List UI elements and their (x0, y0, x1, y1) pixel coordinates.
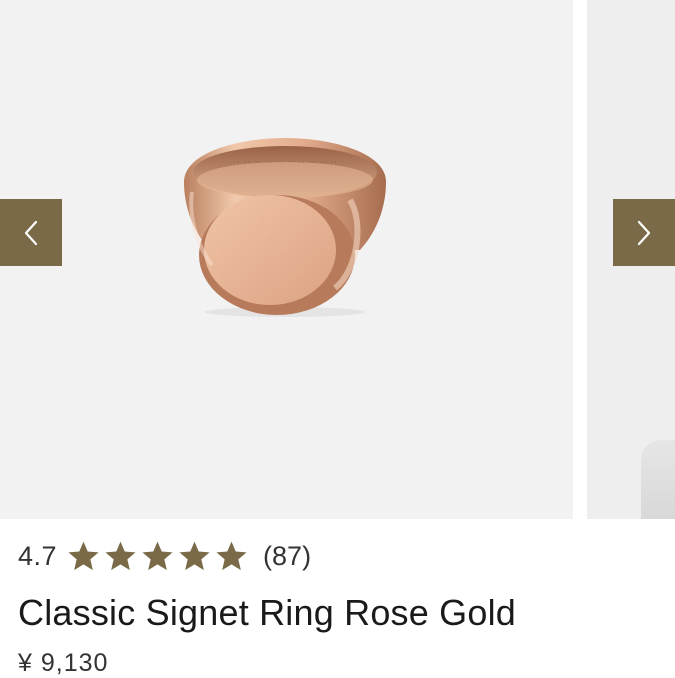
star-icon (105, 541, 136, 570)
next-slide-image-fragment (641, 440, 675, 519)
product-info: 4.7 (87) Classic Signet Ring Rose Gold ¥… (18, 535, 658, 678)
previous-image-button[interactable] (0, 199, 62, 266)
chevron-left-icon (24, 220, 38, 245)
star-icon (179, 541, 210, 570)
rating-stars (65, 539, 250, 574)
signet-ring-image: ·· ·· ·· ·· ·· ·· ·· ·· ·· ·· (184, 138, 386, 317)
product-price: ¥ 9,130 (18, 649, 109, 677)
review-count[interactable]: (87) (263, 541, 311, 572)
rating-value: 4.7 (18, 540, 58, 571)
star-icon (142, 541, 173, 570)
next-image-button[interactable] (613, 199, 675, 266)
product-title: Classic Signet Ring Rose Gold (18, 592, 517, 633)
product-image-gallery[interactable]: ·· ·· ·· ·· ·· ·· ·· ·· ·· ·· (0, 0, 675, 519)
star-icon (216, 541, 247, 570)
product-rating[interactable]: 4.7 (87) (18, 535, 658, 577)
chevron-right-icon (637, 220, 651, 245)
star-icon (68, 541, 99, 570)
product-image[interactable]: ·· ·· ·· ·· ·· ·· ·· ·· ·· ·· (0, 0, 573, 519)
